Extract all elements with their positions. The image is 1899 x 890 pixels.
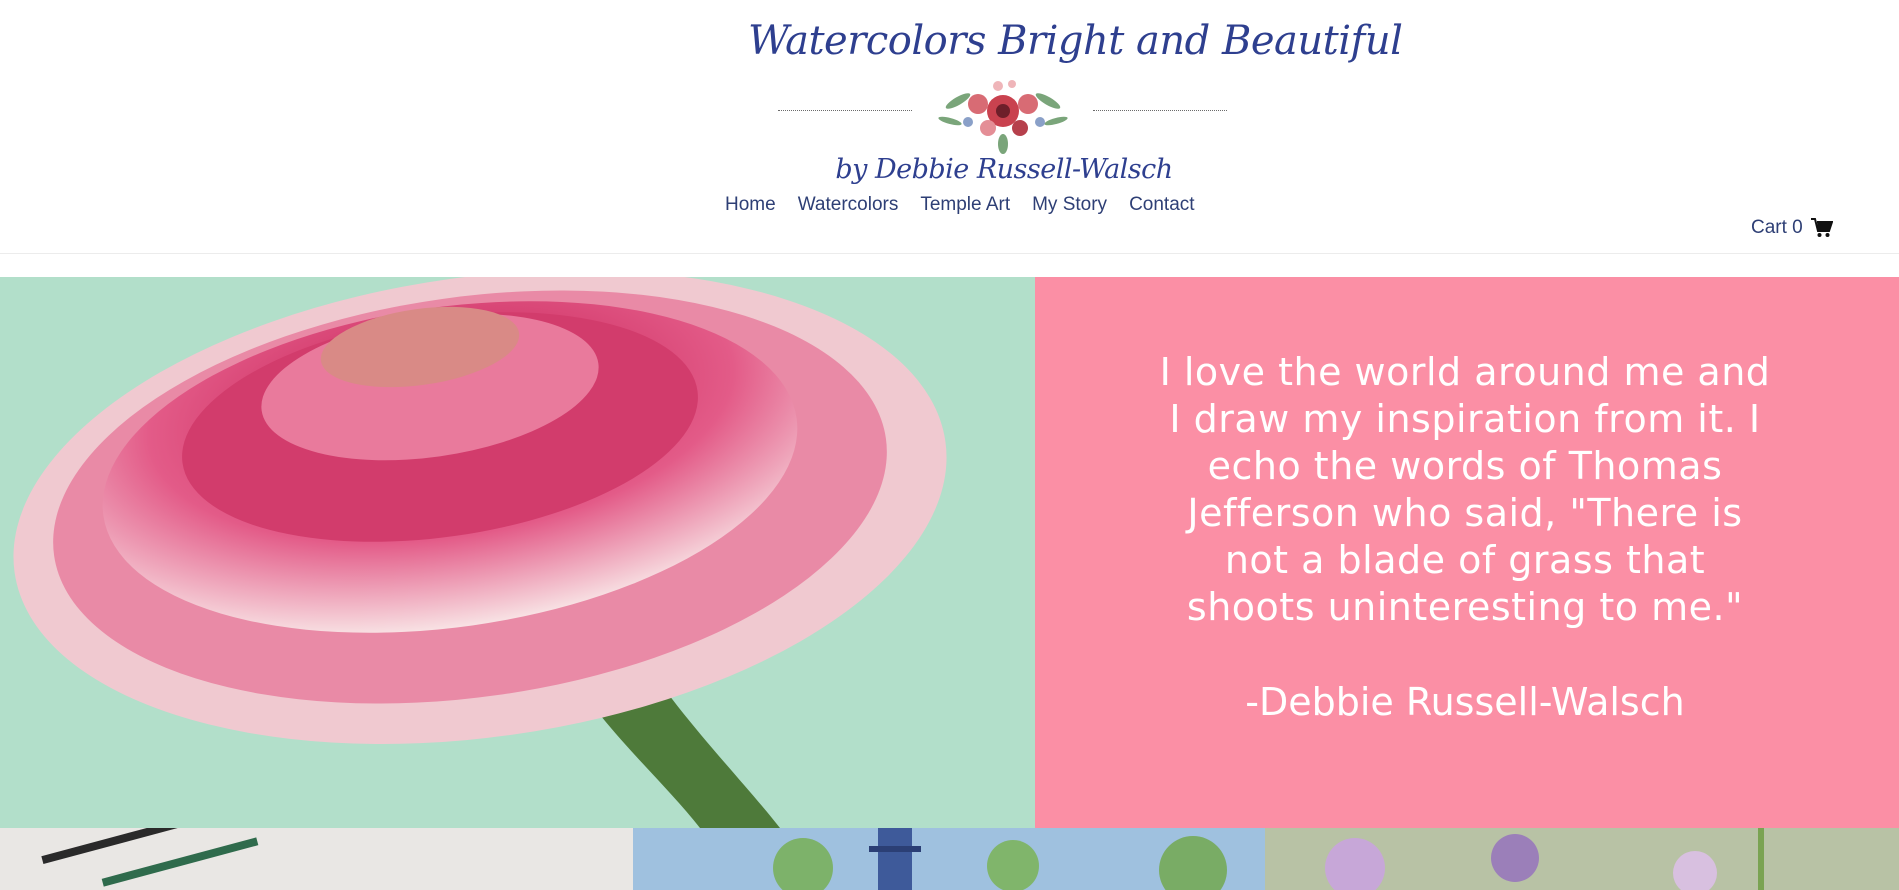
quote-panel: I love the world around me and I draw my… (1035, 277, 1899, 828)
cart-button[interactable]: Cart 0 (1751, 217, 1833, 239)
nav-contact[interactable]: Contact (1129, 194, 1194, 216)
lighthouse-graphic (773, 828, 1227, 890)
logo-byline: by Debbie Russell-Walsch (835, 154, 1173, 185)
inspiration-quote: I love the world around me and I draw my… (1159, 350, 1771, 629)
nav-my-story[interactable]: My Story (1032, 194, 1107, 216)
gerbera-daisy-illustration (13, 277, 947, 828)
gallery-tile-supplies[interactable] (0, 828, 633, 890)
nav-home[interactable]: Home (725, 194, 776, 216)
flower-bouquet-icon (938, 80, 1068, 154)
garden-flowers-graphic (1325, 828, 1764, 890)
quote-author: -Debbie Russell-Walsch (1245, 680, 1685, 724)
paint-brush-graphic (41, 828, 259, 887)
cart-icon (1810, 218, 1833, 237)
nav-watercolors[interactable]: Watercolors (798, 194, 899, 216)
main-navigation: Home Watercolors Temple Art My Story Con… (725, 194, 1195, 216)
cart-label: Cart 0 (1751, 217, 1803, 238)
logo-divider-right (1093, 110, 1227, 111)
gallery-tile-flowers[interactable] (1265, 828, 1899, 890)
logo-divider-left (778, 110, 912, 111)
site-header: Watercolors Bright and Beautiful by Debb… (0, 0, 1899, 254)
hero-flower-image (0, 277, 1035, 828)
logo-title: Watercolors Bright and Beautiful (748, 18, 1403, 64)
gallery-tile-lighthouse[interactable] (633, 828, 1265, 890)
site-logo[interactable]: Watercolors Bright and Beautiful by Debb… (748, 18, 1403, 190)
nav-temple-art[interactable]: Temple Art (920, 194, 1010, 216)
